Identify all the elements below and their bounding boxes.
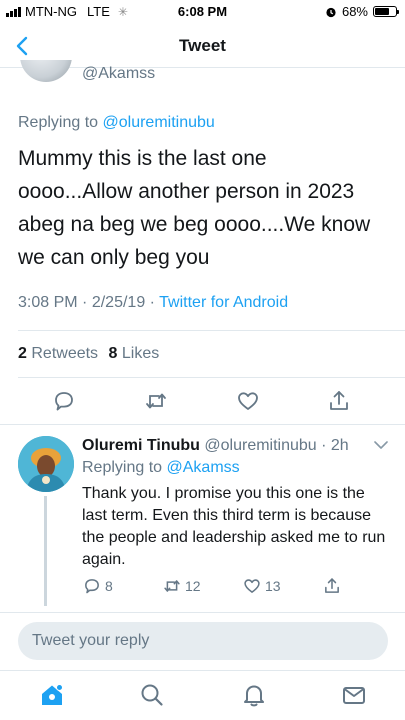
divider	[18, 377, 405, 378]
reply-share-button[interactable]	[322, 576, 342, 596]
reply-author-name: Oluremi Tinubu	[82, 437, 200, 454]
divider	[0, 424, 405, 425]
tab-home[interactable]	[38, 681, 66, 709]
thread-line	[44, 496, 47, 606]
reply-author[interactable]: Oluremi Tinubu @oluremitinubu · 2h	[82, 437, 349, 455]
likes-label: Likes	[121, 345, 160, 362]
reply-age: 2h	[330, 437, 349, 454]
main-tweet-author[interactable]: @Akamss	[0, 60, 405, 90]
heart-icon	[244, 579, 260, 593]
tweet-text-line: Mummy this is the last one	[18, 147, 267, 170]
status-right: 68%	[325, 4, 399, 19]
tweet-text-line: abeg na beg we beg oooo....We know	[18, 213, 371, 236]
retweet-button[interactable]	[143, 388, 169, 414]
notifications-icon	[244, 685, 264, 707]
share-icon	[330, 391, 348, 410]
tweet-meta: 3:08 PM · 2/25/19 · Twitter for Android	[18, 294, 289, 311]
tab-search[interactable]	[138, 681, 166, 709]
reply-icon	[55, 392, 73, 411]
divider	[18, 330, 405, 331]
retweets-stat[interactable]: 2 Retweets	[18, 345, 98, 362]
reply-button[interactable]	[51, 388, 77, 414]
retweets-label: Retweets	[31, 345, 99, 362]
tweet-text: Mummy this is the last one oooo...Allow …	[18, 142, 393, 274]
page-title: Tweet	[179, 36, 226, 55]
replying-prefix: Replying to	[18, 114, 99, 131]
messages-icon	[343, 687, 365, 704]
replying-to: Replying to @oluremitinubu	[18, 114, 215, 132]
reply-retweet-button[interactable]: 12	[162, 576, 201, 596]
like-count: 13	[265, 578, 281, 594]
replying-to: Replying to @Akamss	[82, 459, 240, 477]
reply-author-handle: @oluremitinubu	[204, 437, 317, 454]
retweet-icon	[164, 580, 180, 592]
reply-composer-input[interactable]: Tweet your reply	[18, 622, 388, 660]
retweet-icon	[146, 393, 166, 409]
likes-count: 8	[108, 345, 118, 362]
search-icon	[141, 684, 163, 706]
share-icon	[325, 578, 339, 593]
tweet-date: 2/25/19	[91, 294, 146, 311]
avatar[interactable]	[20, 60, 72, 82]
reply-count: 8	[105, 578, 113, 594]
battery-icon	[373, 6, 399, 17]
reply-reply-button[interactable]: 8	[82, 576, 113, 596]
more-options-button[interactable]	[372, 438, 390, 452]
avatar[interactable]	[18, 436, 74, 492]
tweet-source-link[interactable]: Twitter for Android	[159, 294, 288, 311]
reply-actions: 8 12 13	[82, 576, 382, 600]
share-button[interactable]	[326, 388, 352, 414]
reply-like-button[interactable]: 13	[242, 576, 281, 596]
status-bar: MTN-NG LTE ✳ 6:08 PM 68%	[0, 0, 405, 24]
retweet-count: 12	[185, 578, 201, 594]
tweet-actions	[0, 384, 405, 420]
tweet-stats: 2 Retweets 8 Likes	[18, 345, 159, 363]
retweets-count: 2	[18, 345, 27, 362]
alarm-icon	[326, 7, 336, 17]
author-handle[interactable]: @Akamss	[82, 65, 155, 83]
home-icon	[42, 684, 63, 705]
heart-icon	[238, 392, 258, 410]
mention-link[interactable]: @Akamss	[167, 459, 240, 476]
likes-stat[interactable]: 8 Likes	[109, 345, 160, 362]
chevron-down-icon	[374, 441, 388, 449]
reply-text: Thank you. I promise you this one is the…	[82, 485, 386, 568]
tab-notifications[interactable]	[240, 681, 268, 709]
divider	[0, 612, 405, 613]
like-button[interactable]	[235, 388, 261, 414]
tweet-text-line: we can only beg you	[18, 246, 210, 269]
avatar-image	[18, 436, 74, 492]
tab-bar	[0, 670, 405, 720]
tweet-time: 3:08 PM	[18, 294, 78, 311]
tab-messages[interactable]	[340, 681, 368, 709]
tweet-text-line: oooo...Allow another person in 2023	[18, 180, 355, 203]
mention-link[interactable]: @oluremitinubu	[103, 114, 215, 131]
battery-percent: 68%	[341, 4, 368, 19]
reply-icon	[85, 579, 99, 594]
replying-prefix: Replying to	[82, 459, 163, 476]
